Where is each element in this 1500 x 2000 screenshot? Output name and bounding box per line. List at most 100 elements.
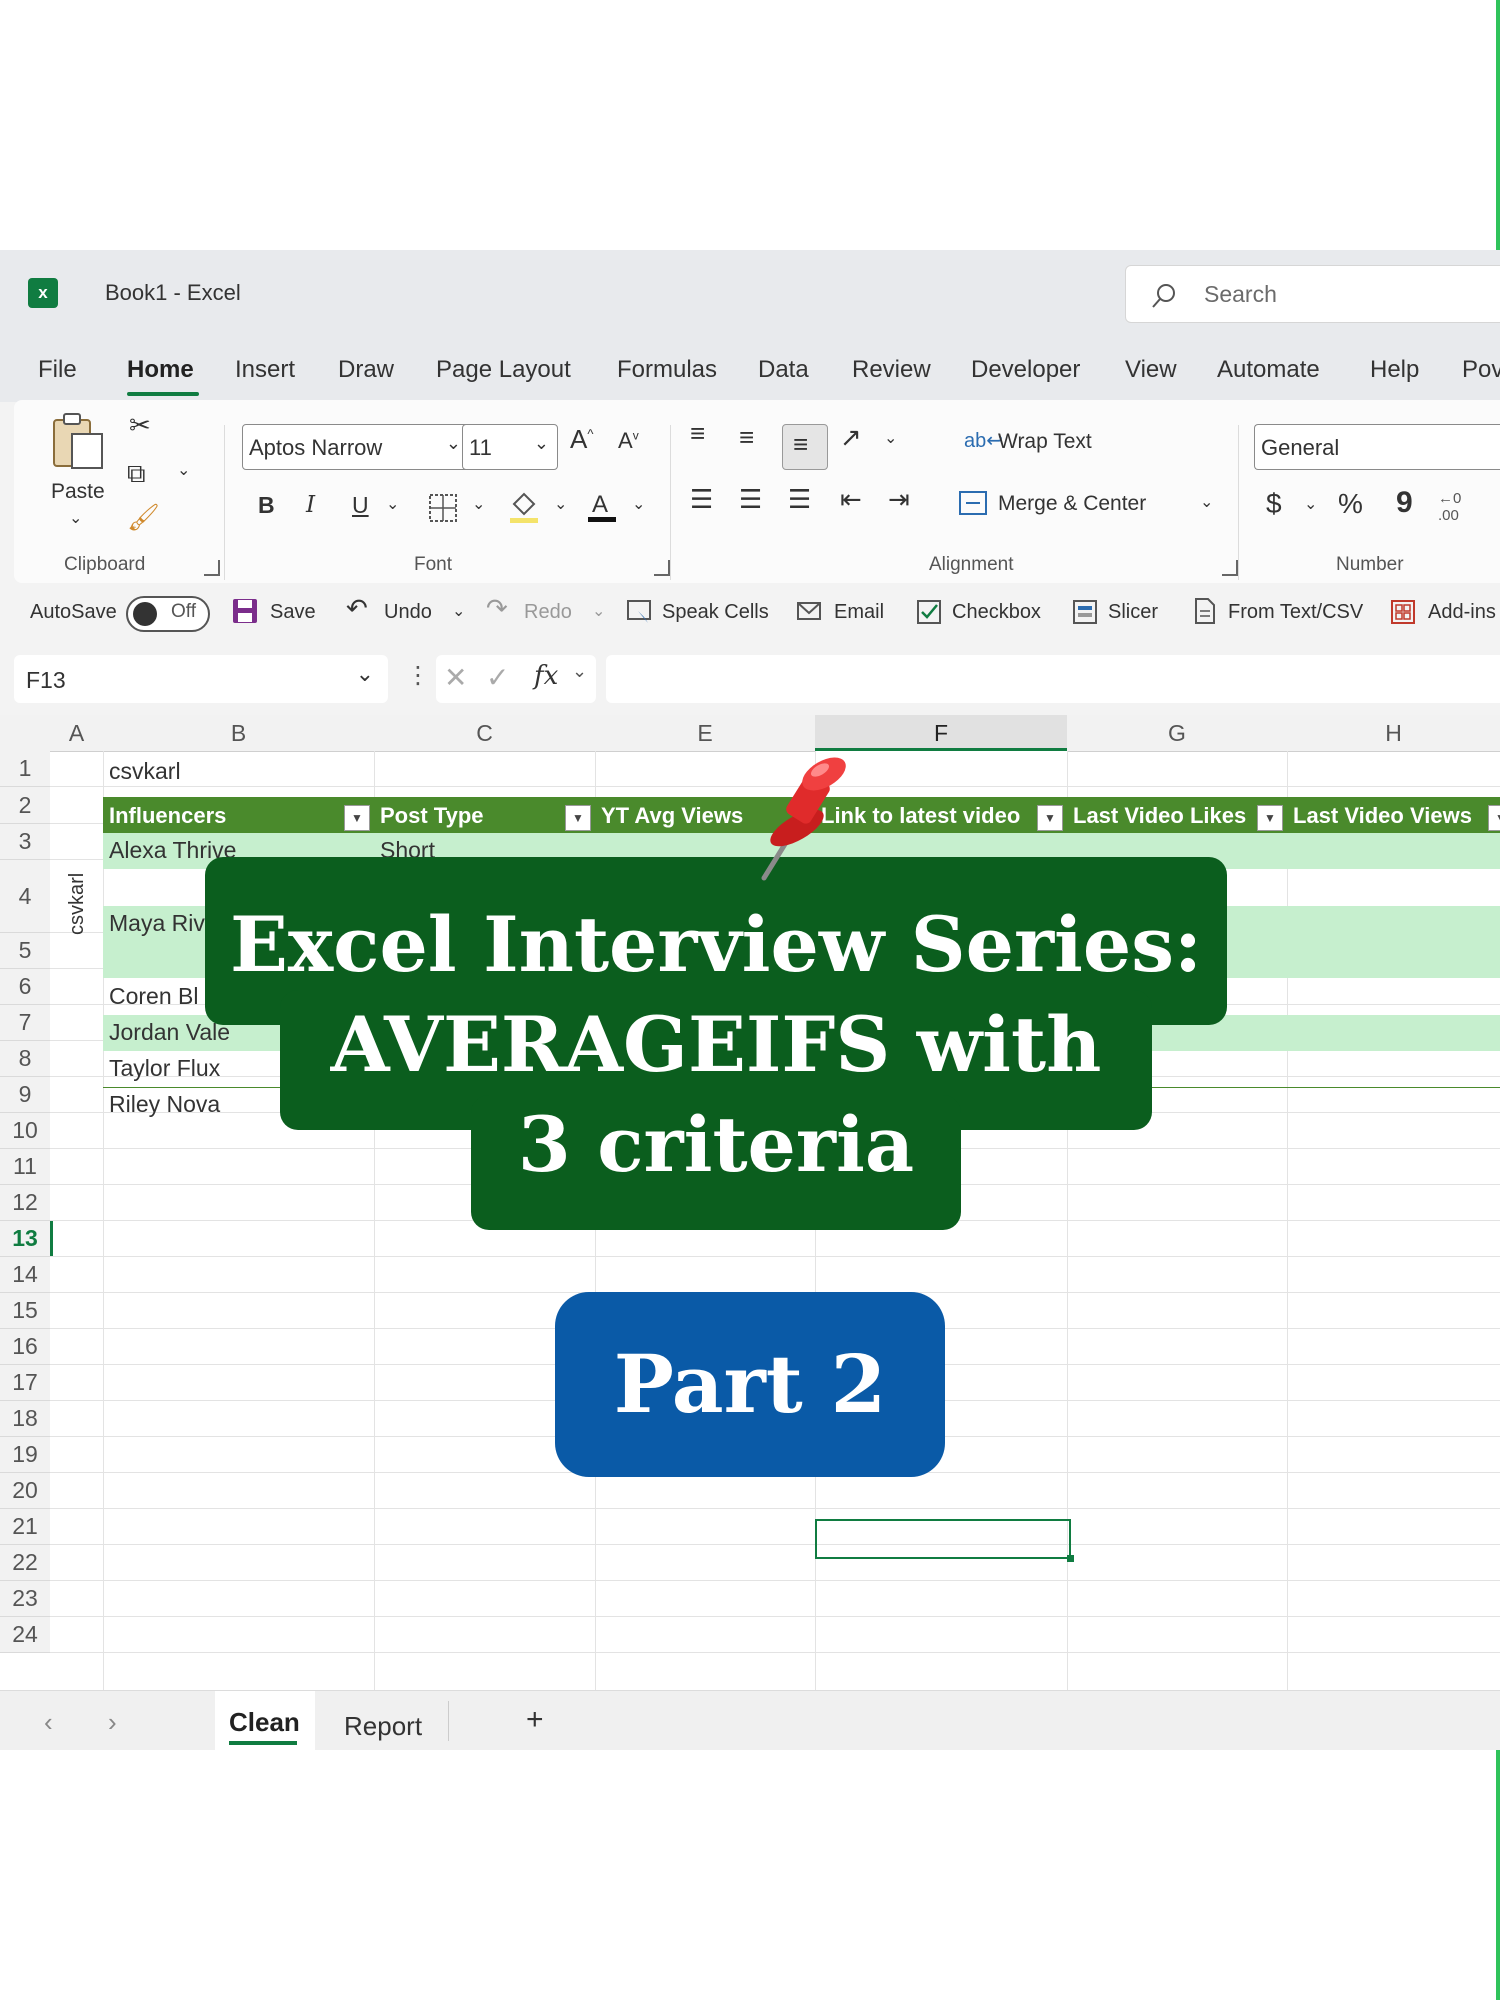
row-header-10[interactable]: 10 <box>0 1113 50 1149</box>
redo-chevron-icon[interactable]: ⌄ <box>592 601 605 621</box>
scroll-right-icon[interactable]: › <box>108 1707 117 1738</box>
column-header-a[interactable]: A <box>50 715 104 752</box>
copy-chevron-icon[interactable]: ⌄ <box>177 460 190 480</box>
sheet-tab-report[interactable]: Report <box>344 1711 422 1742</box>
undo-button[interactable]: Undo <box>384 601 432 624</box>
autosave-toggle[interactable]: Off <box>126 596 210 632</box>
filter-dropdown-icon[interactable]: ▼ <box>1488 805 1500 831</box>
fill-chevron-icon[interactable]: ⌄ <box>554 494 567 514</box>
column-header-h[interactable]: H <box>1287 715 1500 752</box>
column-header-f[interactable]: F <box>815 715 1068 751</box>
column-header-g[interactable]: G <box>1067 715 1288 752</box>
text-file-icon[interactable] <box>1192 597 1218 625</box>
from-text-csv-button[interactable]: From Text/CSV <box>1228 601 1363 624</box>
menu-automate[interactable]: Automate <box>1217 356 1320 384</box>
format-painter-icon[interactable]: 🖌 <box>127 502 160 533</box>
row-header-20[interactable]: 20 <box>0 1473 50 1509</box>
row-header-18[interactable]: 18 <box>0 1401 50 1437</box>
increase-decimal-icon[interactable]: ←0.00 <box>1438 490 1461 524</box>
save-button[interactable]: Save <box>270 601 316 624</box>
cut-icon[interactable]: ✂ <box>129 410 151 441</box>
underline-chevron-icon[interactable]: ⌄ <box>386 494 399 514</box>
fill-color-icon[interactable] <box>508 490 540 524</box>
row-header-15[interactable]: 15 <box>0 1293 50 1329</box>
cell-influencer[interactable]: Maya Riv <box>109 910 205 937</box>
filter-dropdown-icon[interactable]: ▼ <box>1257 805 1283 831</box>
row-header-21[interactable]: 21 <box>0 1509 50 1545</box>
search-box[interactable]: Search <box>1125 265 1500 323</box>
menu-view[interactable]: View <box>1125 356 1177 384</box>
speak-cells-icon[interactable] <box>626 597 652 625</box>
decrease-font-icon[interactable]: Av <box>618 428 639 454</box>
orientation-icon[interactable]: ↗ <box>840 422 862 453</box>
alignment-launcher-icon[interactable] <box>1222 560 1238 576</box>
row-header-12[interactable]: 12 <box>0 1185 50 1221</box>
menu-data[interactable]: Data <box>758 356 809 384</box>
undo-chevron-icon[interactable]: ⌄ <box>452 601 465 621</box>
cell-influencer[interactable]: Jordan Vale <box>109 1019 230 1046</box>
undo-icon[interactable]: ↶ <box>346 593 368 624</box>
column-header-e[interactable]: E <box>595 715 816 752</box>
cell-influencer[interactable]: Coren Bl <box>109 983 198 1010</box>
cell-influencer[interactable]: Taylor Flux <box>109 1055 220 1082</box>
wrap-text-button[interactable]: Wrap Text <box>998 430 1092 454</box>
italic-button[interactable]: I <box>306 492 315 518</box>
orientation-chevron-icon[interactable]: ⌄ <box>884 428 897 448</box>
menu-developer[interactable]: Developer <box>971 356 1080 384</box>
menu-formulas[interactable]: Formulas <box>617 356 717 384</box>
borders-chevron-icon[interactable]: ⌄ <box>472 494 485 514</box>
save-icon[interactable] <box>232 597 258 625</box>
bold-button[interactable]: B <box>258 492 275 519</box>
currency-button[interactable]: $ <box>1266 488 1282 520</box>
font-launcher-icon[interactable] <box>654 560 670 576</box>
column-header-b[interactable]: B <box>103 715 375 752</box>
row-header-16[interactable]: 16 <box>0 1329 50 1365</box>
select-all-corner[interactable] <box>0 715 51 752</box>
copy-icon[interactable]: ⧉ <box>127 458 146 490</box>
decrease-indent-icon[interactable]: ⇤ <box>840 484 862 515</box>
paste-label[interactable]: Paste <box>51 480 105 504</box>
clipboard-launcher-icon[interactable] <box>204 560 220 576</box>
row-header-17[interactable]: 17 <box>0 1365 50 1401</box>
menu-review[interactable]: Review <box>852 356 931 384</box>
merge-center-icon[interactable] <box>958 488 988 518</box>
row-header-9[interactable]: 9 <box>0 1077 50 1113</box>
row-header-2[interactable]: 2 <box>0 787 50 824</box>
row-header-23[interactable]: 23 <box>0 1581 50 1617</box>
slicer-button[interactable]: Slicer <box>1108 601 1158 624</box>
row-header-8[interactable]: 8 <box>0 1041 50 1077</box>
number-format-select[interactable]: General <box>1254 424 1500 470</box>
align-top-icon[interactable]: ≡ <box>690 418 705 449</box>
font-size-select[interactable]: 11 ⌄ <box>462 424 558 470</box>
row-header-1[interactable]: 1 <box>0 751 50 787</box>
enter-icon[interactable]: ✓ <box>486 661 509 694</box>
insert-function-button[interactable]: fx <box>534 661 558 691</box>
cell-b1[interactable]: csvkarl <box>109 758 181 785</box>
add-ins-button[interactable]: Add-ins <box>1428 601 1496 624</box>
font-color-icon[interactable]: A <box>586 488 618 524</box>
menu-help[interactable]: Help <box>1370 356 1419 384</box>
row-header-11[interactable]: 11 <box>0 1149 50 1185</box>
currency-chevron-icon[interactable]: ⌄ <box>1304 494 1317 514</box>
checkbox-icon[interactable] <box>916 597 942 625</box>
merge-center-button[interactable]: Merge & Center <box>998 492 1146 516</box>
percent-button[interactable]: % <box>1338 488 1363 520</box>
menu-draw[interactable]: Draw <box>338 356 394 384</box>
column-header-c[interactable]: C <box>374 715 596 752</box>
filter-dropdown-icon[interactable]: ▼ <box>565 805 591 831</box>
row-header-24[interactable]: 24 <box>0 1617 50 1653</box>
borders-icon[interactable] <box>428 493 458 523</box>
font-color-chevron-icon[interactable]: ⌄ <box>632 494 645 514</box>
row-header-3[interactable]: 3 <box>0 824 50 860</box>
filter-dropdown-icon[interactable]: ▼ <box>1037 805 1063 831</box>
row-header-7[interactable]: 7 <box>0 1005 50 1041</box>
scroll-left-icon[interactable]: ‹ <box>44 1707 53 1738</box>
row-header-4[interactable]: 4 <box>0 860 50 933</box>
comma-style-button[interactable]: 9 <box>1396 486 1413 520</box>
chevron-down-icon[interactable]: ⌄ <box>572 661 587 682</box>
align-left-icon[interactable]: ☰ <box>690 484 713 515</box>
speak-cells-button[interactable]: Speak Cells <box>662 601 769 624</box>
menu-power[interactable]: Pov <box>1462 356 1500 384</box>
align-right-icon[interactable]: ☰ <box>788 484 811 515</box>
active-cell-f13[interactable] <box>815 1519 1074 1562</box>
